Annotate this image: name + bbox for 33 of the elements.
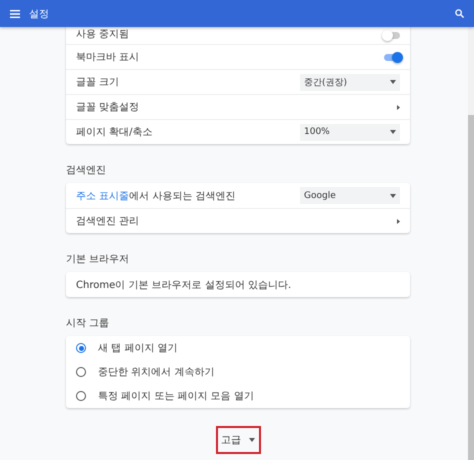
dropdown[interactable]: 중간(권장) [300,74,400,90]
option-label: 특정 페이지 또는 페이지 모음 열기 [98,390,255,403]
menu-icon[interactable] [10,10,20,18]
option-label: 새 탭 페이지 열기 [98,342,179,355]
dropdown[interactable]: 100% [300,124,400,140]
setting-label: 글꼴 맞춤설정 [76,101,140,114]
setting-label: 글꼴 크기 [76,76,120,89]
option-label: 중단한 위치에서 계속하기 [98,366,216,379]
page-title: 설정 [29,8,49,20]
section-title: 시작 그룹 [66,317,110,330]
caret-icon [390,130,396,134]
radio-button[interactable] [76,391,86,401]
radio-button[interactable] [76,367,86,377]
advanced-button[interactable]: 고급 [216,426,260,454]
radio-button[interactable] [76,343,86,353]
setting-label: 페이지 확대/축소 [76,126,154,139]
section-title: 기본 브라우저 [66,253,130,266]
setting-label: 사용 중지됨 [76,28,130,41]
caret-icon [390,80,396,84]
status-text: Chrome이 기본 브라우저로 설정되어 있습니다. [76,278,292,292]
arrow-icon [397,104,400,110]
toggle-switch[interactable] [384,32,400,39]
caret-icon [390,194,396,198]
address-bar-link[interactable]: 주소 표시줄 [76,190,130,202]
search-icon[interactable] [455,9,464,18]
setting-label: 주소 표시줄에서 사용되는 검색엔진 [76,190,237,202]
setting-label: 검색엔진 관리 [76,215,140,228]
setting-label: 북마크바 표시 [76,51,140,64]
arrow-icon [397,218,400,224]
toggle-switch[interactable] [384,54,400,60]
section-title: 검색엔진 [66,164,107,177]
caret-icon [249,438,255,442]
dropdown[interactable]: Google [300,187,400,204]
